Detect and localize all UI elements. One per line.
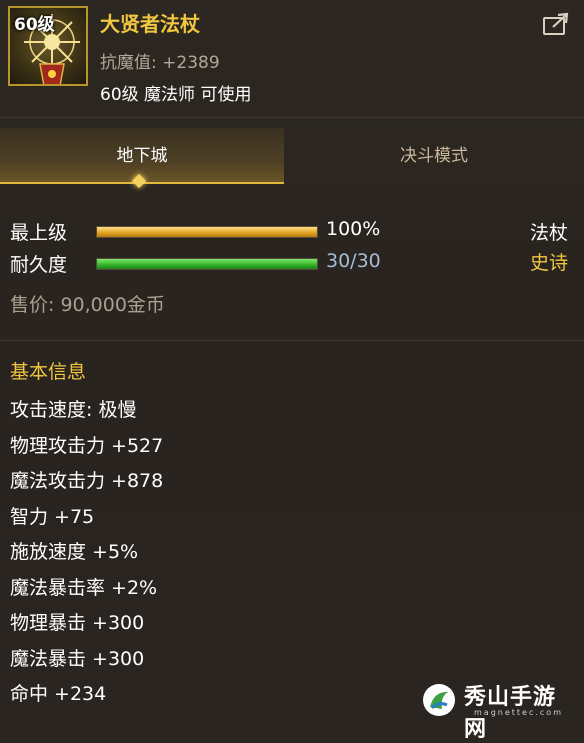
stat-magic-attack: 魔法攻击力 +878 bbox=[10, 470, 164, 492]
durability-label: 耐久度 bbox=[10, 254, 68, 276]
durability-value: 30/30 bbox=[326, 250, 381, 272]
item-level-badge: 60级 bbox=[14, 15, 55, 35]
durability-row: 耐久度 30/30 bbox=[10, 250, 410, 278]
stat-intelligence: 智力 +75 bbox=[10, 505, 95, 528]
durability-bar bbox=[96, 258, 318, 270]
stat-magic-crit: 魔法暴击 +300 bbox=[10, 647, 145, 670]
tab-dungeon[interactable]: 地下城 bbox=[0, 128, 284, 184]
stat-attack-speed: 攻击速度: 极慢 bbox=[10, 399, 137, 421]
item-rarity: 史诗 bbox=[529, 252, 568, 274]
basic-info-title: 基本信息 bbox=[10, 361, 87, 383]
sell-price: 售价: 90,000金币 bbox=[10, 294, 165, 316]
mode-tab-bar: 地下城 决斗模式 bbox=[0, 128, 584, 184]
stat-physical-crit: 物理暴击 +300 bbox=[10, 612, 145, 634]
stat-hit: 命中 +234 bbox=[10, 683, 107, 705]
watermark-logo-icon bbox=[422, 683, 456, 717]
header-divider bbox=[0, 117, 584, 118]
enhance-bar bbox=[96, 226, 318, 238]
enhance-row: 最上级 100% bbox=[10, 218, 410, 246]
item-requirement: 60级 魔法师 可使用 bbox=[100, 85, 252, 105]
stat-cast-speed: 施放速度 +5% bbox=[10, 541, 139, 563]
magic-resist-stat: 抗魔值: +2389 bbox=[100, 53, 220, 73]
stat-magic-crit-rate: 魔法暴击率 +2% bbox=[10, 576, 158, 599]
watermark-site: magnettec.com bbox=[474, 708, 563, 717]
enhance-label: 最上级 bbox=[10, 222, 68, 244]
stat-physical-attack: 物理攻击力 +527 bbox=[10, 434, 164, 457]
section-divider bbox=[0, 340, 584, 341]
enhance-bar-fill bbox=[97, 227, 317, 237]
item-name: 大贤者法杖 bbox=[100, 12, 200, 36]
item-tooltip-panel: 60级 大贤者法杖 抗魔值: +2389 60级 魔法师 可使用 地下城 决斗模… bbox=[0, 0, 584, 742]
enhance-value: 100% bbox=[326, 218, 381, 240]
share-icon[interactable] bbox=[542, 12, 570, 36]
durability-bar-fill bbox=[97, 259, 317, 269]
item-type: 法杖 bbox=[529, 222, 568, 244]
stat-list: 攻击速度: 极慢 物理攻击力 +527 魔法攻击力 +878 智力 +75 施放… bbox=[10, 396, 163, 716]
watermark: 秀山手游网 magnettec.com bbox=[418, 679, 578, 742]
tab-duel-mode[interactable]: 决斗模式 bbox=[284, 128, 584, 184]
